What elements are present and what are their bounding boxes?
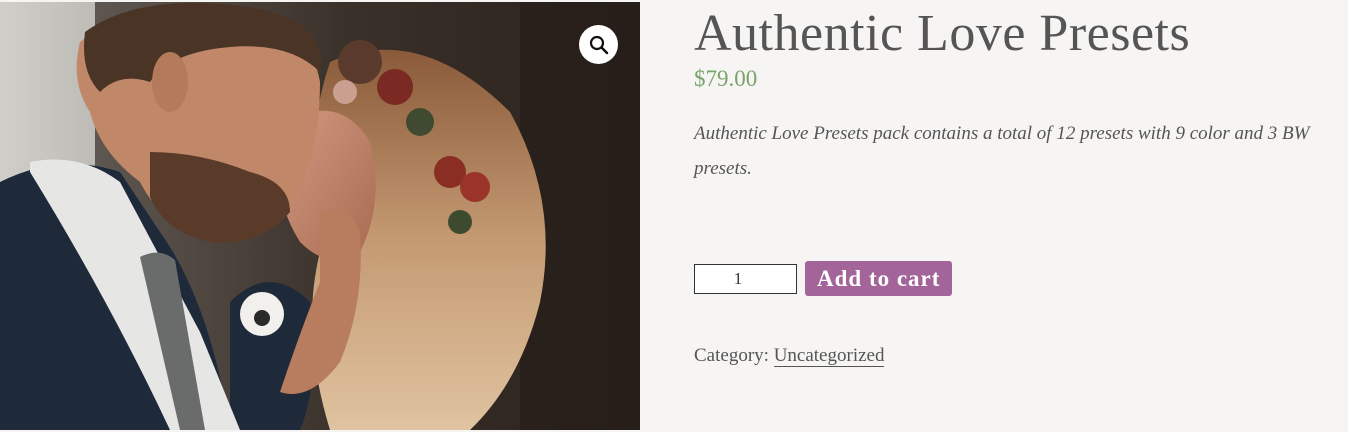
product-meta: Category: Uncategorized [694, 345, 885, 367]
magnifier-icon [589, 35, 608, 54]
product-page: Authentic Love Presets $79.00 Authentic … [0, 0, 1348, 432]
wedding-couple-photo [0, 2, 640, 430]
add-to-cart-form: Add to cart [694, 261, 953, 296]
product-description: Authentic Love Presets pack contains a t… [694, 123, 1310, 179]
zoom-button[interactable] [579, 25, 618, 64]
product-image[interactable] [0, 2, 640, 430]
category-link[interactable]: Uncategorized [773, 345, 885, 367]
quantity-input[interactable] [694, 263, 797, 294]
add-to-cart-button[interactable]: Add to cart [805, 261, 953, 296]
product-title: Authentic Love Presets [694, 5, 1191, 62]
category-label: Category: [694, 345, 769, 366]
product-price: $79.00 [694, 66, 758, 91]
